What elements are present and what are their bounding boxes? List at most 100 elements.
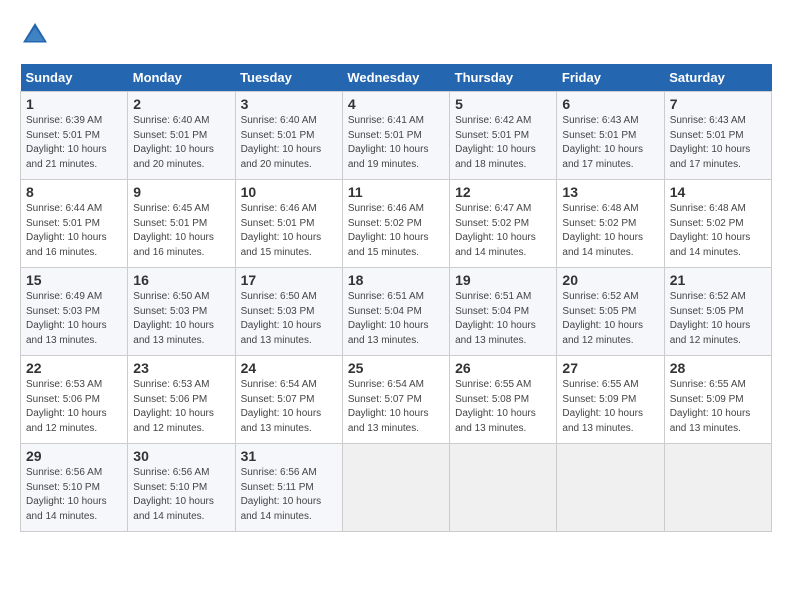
- calendar-cell: 4 Sunrise: 6:41 AM Sunset: 5:01 PM Daylig…: [342, 92, 449, 180]
- calendar-cell: [664, 444, 771, 532]
- day-number: 23: [133, 360, 229, 376]
- day-number: 19: [455, 272, 551, 288]
- day-number: 16: [133, 272, 229, 288]
- day-info: Sunrise: 6:55 AM Sunset: 5:08 PM Dayligh…: [455, 378, 551, 436]
- day-number: 24: [241, 360, 337, 376]
- calendar-cell: [450, 444, 557, 532]
- header: [20, 20, 772, 50]
- calendar-cell: 20 Sunrise: 6:52 AM Sunset: 5:05 PM Dayli…: [557, 268, 664, 356]
- day-number: 14: [670, 184, 766, 200]
- day-info: Sunrise: 6:45 AM Sunset: 5:01 PM Dayligh…: [133, 202, 229, 260]
- day-info: Sunrise: 6:56 AM Sunset: 5:11 PM Dayligh…: [241, 466, 337, 524]
- day-number: 12: [455, 184, 551, 200]
- day-number: 6: [562, 96, 658, 112]
- calendar-cell: 13 Sunrise: 6:48 AM Sunset: 5:02 PM Dayli…: [557, 180, 664, 268]
- day-info: Sunrise: 6:53 AM Sunset: 5:06 PM Dayligh…: [133, 378, 229, 436]
- calendar-cell: 22 Sunrise: 6:53 AM Sunset: 5:06 PM Dayli…: [21, 356, 128, 444]
- day-number: 29: [26, 448, 122, 464]
- page: SundayMondayTuesdayWednesdayThursdayFrid…: [0, 0, 792, 542]
- day-number: 22: [26, 360, 122, 376]
- calendar-cell: 9 Sunrise: 6:45 AM Sunset: 5:01 PM Daylig…: [128, 180, 235, 268]
- day-info: Sunrise: 6:51 AM Sunset: 5:04 PM Dayligh…: [348, 290, 444, 348]
- day-info: Sunrise: 6:50 AM Sunset: 5:03 PM Dayligh…: [241, 290, 337, 348]
- calendar-cell: 11 Sunrise: 6:46 AM Sunset: 5:02 PM Dayli…: [342, 180, 449, 268]
- calendar-cell: [342, 444, 449, 532]
- day-info: Sunrise: 6:48 AM Sunset: 5:02 PM Dayligh…: [670, 202, 766, 260]
- calendar-header-tuesday: Tuesday: [235, 64, 342, 92]
- calendar-week-5: 29 Sunrise: 6:56 AM Sunset: 5:10 PM Dayli…: [21, 444, 772, 532]
- day-info: Sunrise: 6:51 AM Sunset: 5:04 PM Dayligh…: [455, 290, 551, 348]
- calendar-cell: 15Sunrise: 6:49 AM Sunset: 5:03 PM Dayli…: [21, 268, 128, 356]
- day-info: Sunrise: 6:52 AM Sunset: 5:05 PM Dayligh…: [670, 290, 766, 348]
- calendar-cell: 28 Sunrise: 6:55 AM Sunset: 5:09 PM Dayli…: [664, 356, 771, 444]
- day-info: Sunrise: 6:54 AM Sunset: 5:07 PM Dayligh…: [241, 378, 337, 436]
- calendar-header-monday: Monday: [128, 64, 235, 92]
- day-info: Sunrise: 6:43 AM Sunset: 5:01 PM Dayligh…: [562, 114, 658, 172]
- day-info: Sunrise: 6:44 AM Sunset: 5:01 PM Dayligh…: [26, 202, 122, 260]
- day-number: 9: [133, 184, 229, 200]
- calendar-header-row: SundayMondayTuesdayWednesdayThursdayFrid…: [21, 64, 772, 92]
- calendar-cell: 30Sunrise: 6:56 AM Sunset: 5:10 PM Dayli…: [128, 444, 235, 532]
- calendar-week-2: 8 Sunrise: 6:44 AM Sunset: 5:01 PM Daylig…: [21, 180, 772, 268]
- calendar-week-3: 15Sunrise: 6:49 AM Sunset: 5:03 PM Dayli…: [21, 268, 772, 356]
- calendar-cell: 14 Sunrise: 6:48 AM Sunset: 5:02 PM Dayli…: [664, 180, 771, 268]
- day-info: Sunrise: 6:53 AM Sunset: 5:06 PM Dayligh…: [26, 378, 122, 436]
- day-info: Sunrise: 6:46 AM Sunset: 5:02 PM Dayligh…: [348, 202, 444, 260]
- day-number: 11: [348, 184, 444, 200]
- calendar-cell: 24 Sunrise: 6:54 AM Sunset: 5:07 PM Dayli…: [235, 356, 342, 444]
- day-number: 3: [241, 96, 337, 112]
- day-number: 13: [562, 184, 658, 200]
- day-number: 8: [26, 184, 122, 200]
- calendar-cell: 3 Sunrise: 6:40 AM Sunset: 5:01 PM Daylig…: [235, 92, 342, 180]
- calendar-cell: 19 Sunrise: 6:51 AM Sunset: 5:04 PM Dayli…: [450, 268, 557, 356]
- calendar-cell: 27Sunrise: 6:55 AM Sunset: 5:09 PM Dayli…: [557, 356, 664, 444]
- calendar-cell: 17 Sunrise: 6:50 AM Sunset: 5:03 PM Dayli…: [235, 268, 342, 356]
- day-info: Sunrise: 6:40 AM Sunset: 5:01 PM Dayligh…: [241, 114, 337, 172]
- day-number: 7: [670, 96, 766, 112]
- day-info: Sunrise: 6:41 AM Sunset: 5:01 PM Dayligh…: [348, 114, 444, 172]
- calendar-cell: 5Sunrise: 6:42 AM Sunset: 5:01 PM Daylig…: [450, 92, 557, 180]
- day-number: 17: [241, 272, 337, 288]
- calendar-week-1: 1 Sunrise: 6:39 AM Sunset: 5:01 PM Daylig…: [21, 92, 772, 180]
- calendar-cell: 29 Sunrise: 6:56 AM Sunset: 5:10 PM Dayli…: [21, 444, 128, 532]
- calendar-cell: 12 Sunrise: 6:47 AM Sunset: 5:02 PM Dayli…: [450, 180, 557, 268]
- day-info: Sunrise: 6:55 AM Sunset: 5:09 PM Dayligh…: [670, 378, 766, 436]
- calendar-cell: 6 Sunrise: 6:43 AM Sunset: 5:01 PM Daylig…: [557, 92, 664, 180]
- day-info: Sunrise: 6:48 AM Sunset: 5:02 PM Dayligh…: [562, 202, 658, 260]
- day-info: Sunrise: 6:40 AM Sunset: 5:01 PM Dayligh…: [133, 114, 229, 172]
- calendar-cell: 25 Sunrise: 6:54 AM Sunset: 5:07 PM Dayli…: [342, 356, 449, 444]
- day-number: 4: [348, 96, 444, 112]
- day-info: Sunrise: 6:49 AM Sunset: 5:03 PM Dayligh…: [26, 290, 122, 348]
- calendar-cell: 10Sunrise: 6:46 AM Sunset: 5:01 PM Dayli…: [235, 180, 342, 268]
- day-info: Sunrise: 6:52 AM Sunset: 5:05 PM Dayligh…: [562, 290, 658, 348]
- logo: [20, 20, 54, 50]
- day-number: 26: [455, 360, 551, 376]
- calendar-header-wednesday: Wednesday: [342, 64, 449, 92]
- day-info: Sunrise: 6:42 AM Sunset: 5:01 PM Dayligh…: [455, 114, 551, 172]
- day-info: Sunrise: 6:50 AM Sunset: 5:03 PM Dayligh…: [133, 290, 229, 348]
- day-number: 1: [26, 96, 122, 112]
- day-info: Sunrise: 6:47 AM Sunset: 5:02 PM Dayligh…: [455, 202, 551, 260]
- day-number: 20: [562, 272, 658, 288]
- day-number: 21: [670, 272, 766, 288]
- calendar-week-4: 22 Sunrise: 6:53 AM Sunset: 5:06 PM Dayli…: [21, 356, 772, 444]
- calendar-cell: 21 Sunrise: 6:52 AM Sunset: 5:05 PM Dayli…: [664, 268, 771, 356]
- calendar: SundayMondayTuesdayWednesdayThursdayFrid…: [20, 64, 772, 532]
- calendar-cell: 1 Sunrise: 6:39 AM Sunset: 5:01 PM Daylig…: [21, 92, 128, 180]
- calendar-cell: 7 Sunrise: 6:43 AM Sunset: 5:01 PM Daylig…: [664, 92, 771, 180]
- day-number: 28: [670, 360, 766, 376]
- calendar-cell: 26 Sunrise: 6:55 AM Sunset: 5:08 PM Dayli…: [450, 356, 557, 444]
- calendar-cell: 31Sunrise: 6:56 AM Sunset: 5:11 PM Dayli…: [235, 444, 342, 532]
- day-info: Sunrise: 6:39 AM Sunset: 5:01 PM Dayligh…: [26, 114, 122, 172]
- day-number: 10: [241, 184, 337, 200]
- day-info: Sunrise: 6:56 AM Sunset: 5:10 PM Dayligh…: [26, 466, 122, 524]
- day-info: Sunrise: 6:43 AM Sunset: 5:01 PM Dayligh…: [670, 114, 766, 172]
- calendar-cell: 16 Sunrise: 6:50 AM Sunset: 5:03 PM Dayli…: [128, 268, 235, 356]
- day-number: 25: [348, 360, 444, 376]
- calendar-header-sunday: Sunday: [21, 64, 128, 92]
- calendar-header-saturday: Saturday: [664, 64, 771, 92]
- day-info: Sunrise: 6:54 AM Sunset: 5:07 PM Dayligh…: [348, 378, 444, 436]
- calendar-header-friday: Friday: [557, 64, 664, 92]
- logo-icon: [20, 20, 50, 50]
- calendar-cell: 23 Sunrise: 6:53 AM Sunset: 5:06 PM Dayli…: [128, 356, 235, 444]
